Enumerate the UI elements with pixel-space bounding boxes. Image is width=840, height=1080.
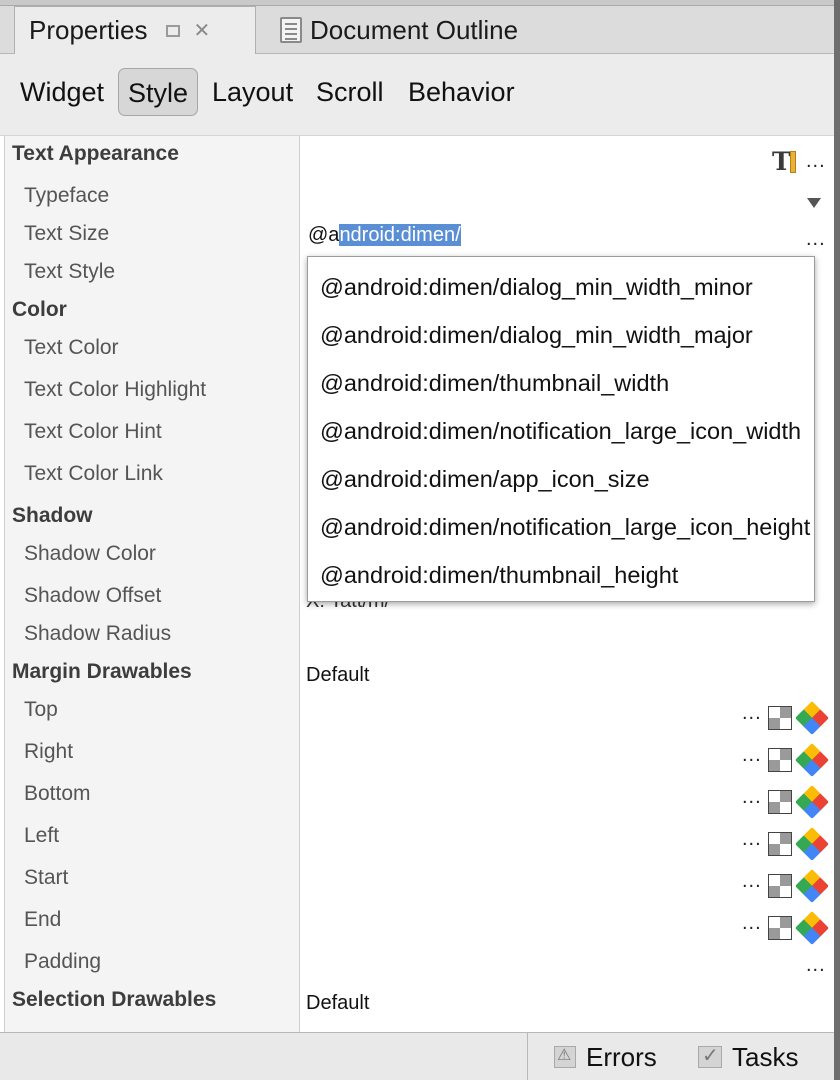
autocomplete-item[interactable]: @android:dimen/dialog_min_width_major: [320, 313, 753, 357]
category-selection-drawables[interactable]: Selection Drawables: [12, 988, 216, 1012]
tab-widget[interactable]: Widget: [20, 68, 104, 116]
resource-chooser-icon[interactable]: [768, 706, 792, 730]
tab-properties[interactable]: Properties ✕: [14, 6, 840, 1039]
color-picker-icon[interactable]: [795, 911, 829, 945]
errors-label: Errors: [586, 1041, 657, 1072]
close-icon[interactable]: ✕: [194, 18, 211, 43]
resource-chooser-icon[interactable]: [768, 748, 792, 772]
status-bar: Errors Tasks: [0, 1032, 840, 1080]
tab-document-outline-label: Document Outline: [310, 14, 519, 45]
autocomplete-item[interactable]: @android:dimen/thumbnail_height: [320, 553, 678, 597]
property-text-color-highlight[interactable]: Text Color Highlight: [24, 378, 206, 402]
right-more[interactable]: ...: [742, 744, 762, 767]
text-size-input[interactable]: @android:dimen/: [308, 224, 461, 247]
tab-behavior[interactable]: Behavior: [408, 68, 515, 116]
autocomplete-popup: @android:dimen/dialog_min_width_minor @a…: [307, 256, 815, 602]
text-size-typed: @a: [308, 224, 340, 246]
color-picker-icon[interactable]: [795, 743, 829, 777]
property-top[interactable]: Top: [24, 698, 58, 722]
property-shadow-color[interactable]: Shadow Color: [24, 542, 156, 566]
property-end[interactable]: End: [24, 908, 61, 932]
property-text-style[interactable]: Text Style: [24, 260, 115, 284]
tasks-button[interactable]: Tasks: [698, 1041, 798, 1073]
tasks-label: Tasks: [732, 1041, 799, 1072]
property-text-size[interactable]: Text Size: [24, 222, 109, 246]
autocomplete-item[interactable]: @android:dimen/notification_large_icon_h…: [320, 505, 810, 549]
autocomplete-item[interactable]: @android:dimen/thumbnail_width: [320, 361, 669, 405]
category-margin-drawables[interactable]: Margin Drawables: [12, 660, 192, 684]
tab-style[interactable]: Style: [118, 68, 199, 116]
property-typeface[interactable]: Typeface: [24, 184, 109, 208]
category-text-appearance[interactable]: Text Appearance: [12, 142, 179, 166]
tab-scroll[interactable]: Scroll: [316, 68, 384, 116]
category-shadow[interactable]: Shadow: [12, 504, 93, 528]
property-bottom[interactable]: Bottom: [24, 782, 91, 806]
property-start[interactable]: Start: [24, 866, 68, 890]
resource-chooser-icon[interactable]: [768, 832, 792, 856]
document-outline-icon: [280, 17, 302, 43]
property-right[interactable]: Right: [24, 740, 73, 764]
autocomplete-item[interactable]: @android:dimen/app_icon_size: [320, 457, 650, 501]
bottom-more[interactable]: ...: [742, 786, 762, 809]
resource-chooser-icon[interactable]: [768, 916, 792, 940]
status-divider: [527, 1033, 528, 1080]
checkmark-icon: [698, 1043, 722, 1068]
property-text-color-hint[interactable]: Text Color Hint: [24, 420, 162, 444]
property-left[interactable]: Left: [24, 824, 59, 848]
property-shadow-radius[interactable]: Shadow Radius: [24, 622, 171, 646]
color-picker-icon[interactable]: [795, 827, 829, 861]
tab-properties-label: Properties: [29, 15, 148, 45]
end-more[interactable]: ...: [742, 912, 762, 935]
property-shadow-offset[interactable]: Shadow Offset: [24, 584, 161, 608]
padding-more[interactable]: ...: [806, 954, 826, 977]
color-picker-icon[interactable]: [795, 701, 829, 735]
typeface-dropdown-arrow[interactable]: [807, 198, 821, 208]
minimize-icon[interactable]: [165, 24, 180, 37]
text-size-selection: ndroid:dimen/: [339, 224, 461, 246]
selection-drawables-value[interactable]: Default: [306, 992, 369, 1015]
text-appearance-icon[interactable]: T: [772, 147, 798, 176]
panel-tab-strip: Properties ✕ Document Outline: [0, 0, 840, 1039]
autocomplete-item[interactable]: @android:dimen/dialog_min_width_minor: [320, 265, 753, 309]
text-size-more[interactable]: ...: [806, 228, 826, 251]
property-padding[interactable]: Padding: [24, 950, 101, 974]
property-category-tabs: Widget Style Layout Scroll Behavior: [0, 54, 840, 136]
left-more[interactable]: ...: [742, 828, 762, 851]
color-picker-icon[interactable]: [795, 785, 829, 819]
top-more[interactable]: ...: [742, 702, 762, 725]
warning-icon: [554, 1045, 576, 1068]
window-border: [834, 0, 840, 1080]
resource-chooser-icon[interactable]: [768, 874, 792, 898]
errors-button[interactable]: Errors: [554, 1041, 657, 1073]
text-appearance-more[interactable]: ...: [806, 150, 826, 173]
property-text-color[interactable]: Text Color: [24, 336, 119, 360]
resource-chooser-icon[interactable]: [768, 790, 792, 814]
tab-layout[interactable]: Layout: [212, 68, 293, 116]
tab-document-outline[interactable]: Document Outline: [268, 6, 548, 54]
category-color[interactable]: Color: [12, 298, 67, 322]
property-text-color-link[interactable]: Text Color Link: [24, 462, 163, 486]
color-picker-icon[interactable]: [795, 869, 829, 903]
margin-drawables-value[interactable]: Default: [306, 664, 369, 687]
start-more[interactable]: ...: [742, 870, 762, 893]
autocomplete-item[interactable]: @android:dimen/notification_large_icon_w…: [320, 409, 801, 453]
